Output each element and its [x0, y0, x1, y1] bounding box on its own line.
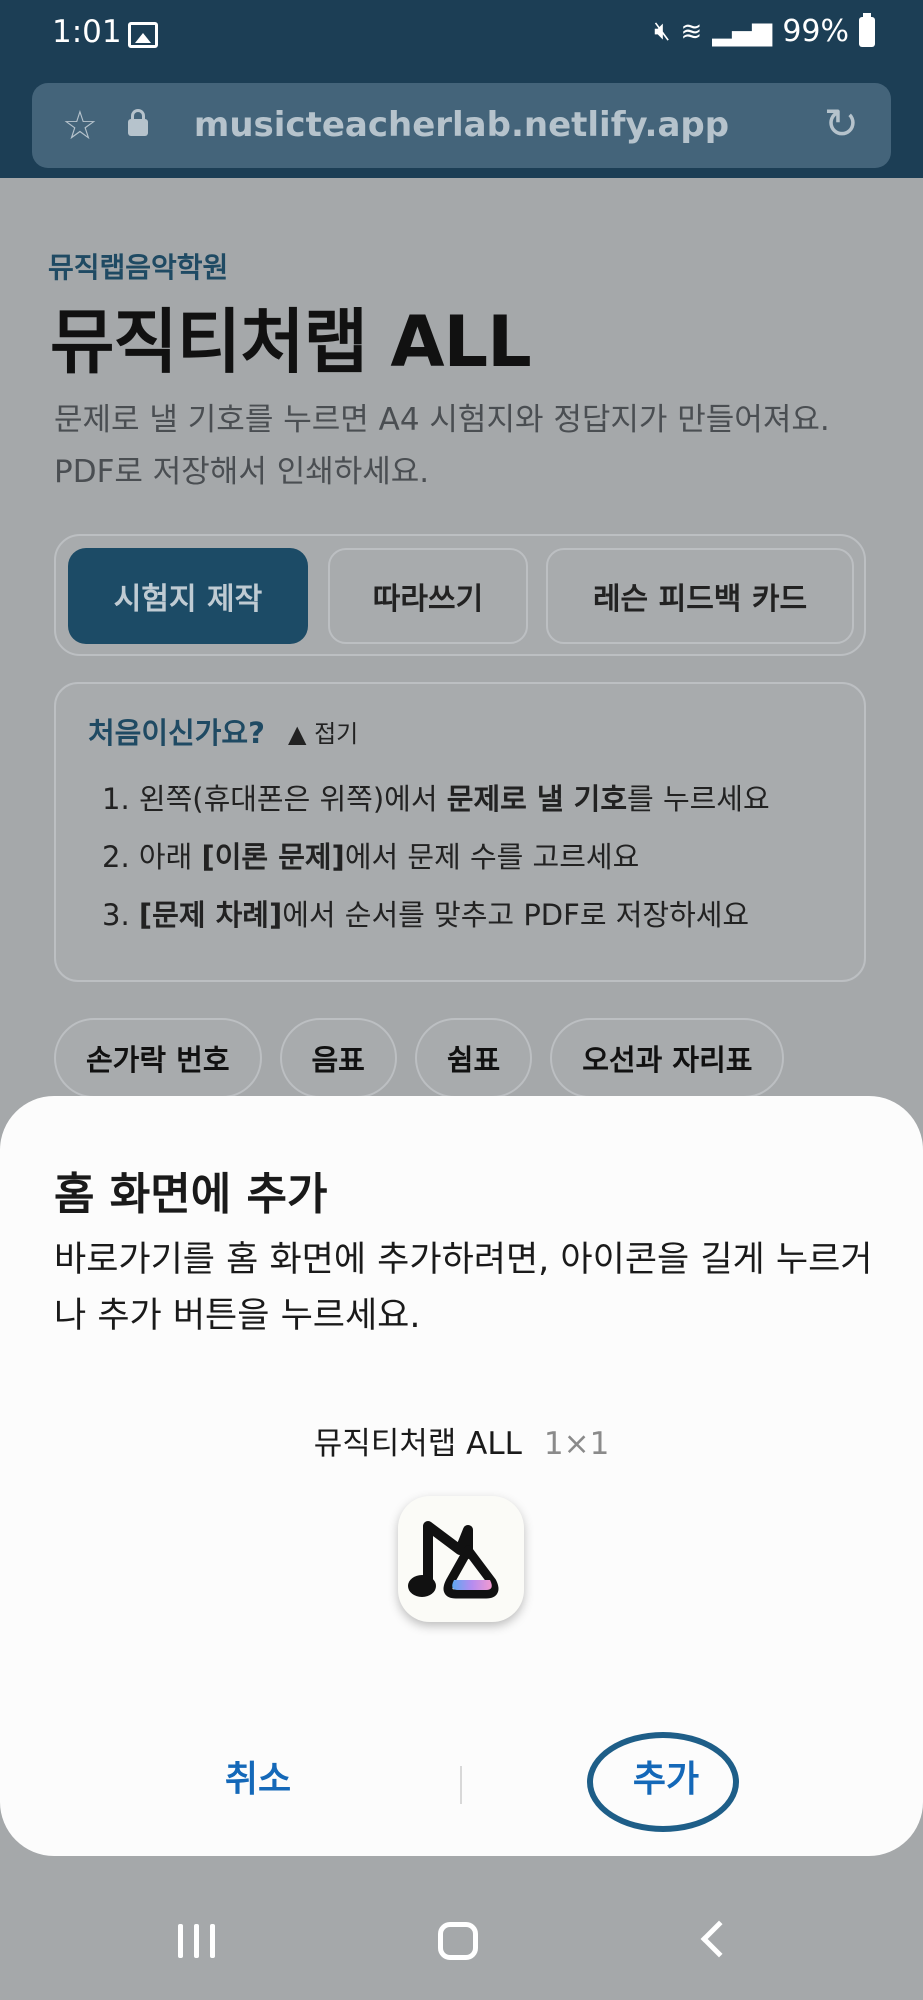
step-number: 2. — [102, 840, 130, 874]
shortcut-name: 뮤직티처랩 ALL — [313, 1426, 522, 1462]
back-icon[interactable] — [700, 1920, 738, 1958]
system-nav-bar — [0, 1880, 923, 2000]
page-description: 문제로 낼 기호를 누르면 A4 시험지와 정답지가 만들어져요. PDF로 저… — [54, 402, 830, 490]
app-shortcut-icon[interactable] — [398, 1496, 524, 1622]
status-indicators: 🔇︎ ≋ ▂▄▆ 99% — [654, 12, 875, 49]
step-text: 를 누르세요 — [627, 782, 770, 816]
step-emphasis: [문제 차례] — [138, 898, 283, 932]
howto-heading: 처음이신가요? — [88, 716, 265, 750]
page-title: 뮤직티처랩 ALL — [50, 301, 532, 383]
home-icon[interactable] — [438, 1922, 478, 1960]
step-text: 에서 문제 수를 고르세요 — [344, 840, 640, 874]
dialog-description: 바로가기를 홈 화면에 추가하려면, 아이콘을 길게 누르거나 추가 버튼을 누… — [54, 1240, 873, 1336]
howto-step: 1. 왼쪽(휴대폰은 위쪽)에서 문제로 낼 기호를 누르세요 — [102, 770, 770, 828]
browser-toolbar: ☆ musicteacherlab.netlify.app ↻ — [0, 75, 923, 178]
step-text: 아래 — [138, 840, 202, 874]
step-emphasis: 문제로 낼 기호 — [446, 782, 628, 816]
step-number: 3. — [102, 898, 130, 932]
address-bar[interactable]: ☆ musicteacherlab.netlify.app ↻ — [32, 83, 891, 168]
wifi-icon: ≋ — [680, 16, 703, 47]
shortcut-label: 뮤직티처랩 ALL 1×1 — [0, 1418, 923, 1463]
tab-trace[interactable]: 따라쓰기 — [328, 548, 528, 644]
recents-icon[interactable] — [178, 1924, 215, 1958]
dialog-title: 홈 화면에 추가 — [54, 1169, 328, 1220]
image-icon — [128, 22, 158, 48]
mode-tabs: 시험지 제작 따라쓰기 레슨 피드백 카드 — [54, 534, 866, 656]
fold-toggle[interactable]: ▲ 접기 — [288, 714, 358, 749]
howto-steps: 1. 왼쪽(휴대폰은 위쪽)에서 문제로 낼 기호를 누르세요 2. 아래 [이… — [102, 770, 770, 944]
add-to-home-dialog: 홈 화면에 추가 바로가기를 홈 화면에 추가하려면, 아이콘을 길게 누르거나… — [0, 1096, 923, 1856]
step-number: 1. — [102, 782, 130, 816]
shortcut-size: 1×1 — [543, 1426, 610, 1462]
reload-icon[interactable]: ↻ — [824, 99, 859, 148]
tab-feedback-card[interactable]: 레슨 피드백 카드 — [546, 548, 854, 644]
tab-exam[interactable]: 시험지 제작 — [68, 548, 308, 644]
status-bar: 1:01 🔇︎ ≋ ▂▄▆ 99% — [0, 0, 923, 75]
step-emphasis: [이론 문제] — [201, 840, 345, 874]
step-text: 왼쪽(휴대폰은 위쪽)에서 — [138, 782, 447, 816]
battery-level: 99% — [782, 14, 849, 49]
chip-note[interactable]: 음표 — [279, 1018, 397, 1098]
step-text: 에서 순서를 맞추고 PDF로 저장하세요 — [282, 898, 750, 932]
howto-step: 2. 아래 [이론 문제]에서 문제 수를 고르세요 — [102, 828, 770, 886]
chip-staff[interactable]: 오선과 자리표 — [550, 1018, 785, 1098]
howto-panel: 처음이신가요? ▲ 접기 1. 왼쪽(휴대폰은 위쪽)에서 문제로 낼 기호를 … — [54, 682, 866, 982]
music-lab-logo-icon — [408, 1521, 499, 1599]
url-text[interactable]: musicteacherlab.netlify.app — [32, 105, 891, 145]
signal-icon: ▂▄▆ — [712, 16, 773, 47]
cancel-button[interactable]: 취소 — [158, 1750, 358, 1802]
howto-step: 3. [문제 차례]에서 순서를 맞추고 PDF로 저장하세요 — [102, 886, 770, 944]
button-divider — [460, 1766, 462, 1804]
battery-icon — [859, 12, 875, 47]
status-time: 1:01 — [52, 14, 122, 50]
chip-rest[interactable]: 쉼표 — [414, 1018, 533, 1098]
symbol-chips: 손가락 번호 음표 쉼표 오선과 자리표 — [54, 1018, 785, 1098]
add-button[interactable]: 추가 — [566, 1750, 766, 1802]
chip-finger-number[interactable]: 손가락 번호 — [54, 1018, 262, 1098]
academy-name: 뮤직랩음악학원 — [48, 251, 229, 284]
mute-icon: 🔇︎ — [654, 16, 671, 46]
